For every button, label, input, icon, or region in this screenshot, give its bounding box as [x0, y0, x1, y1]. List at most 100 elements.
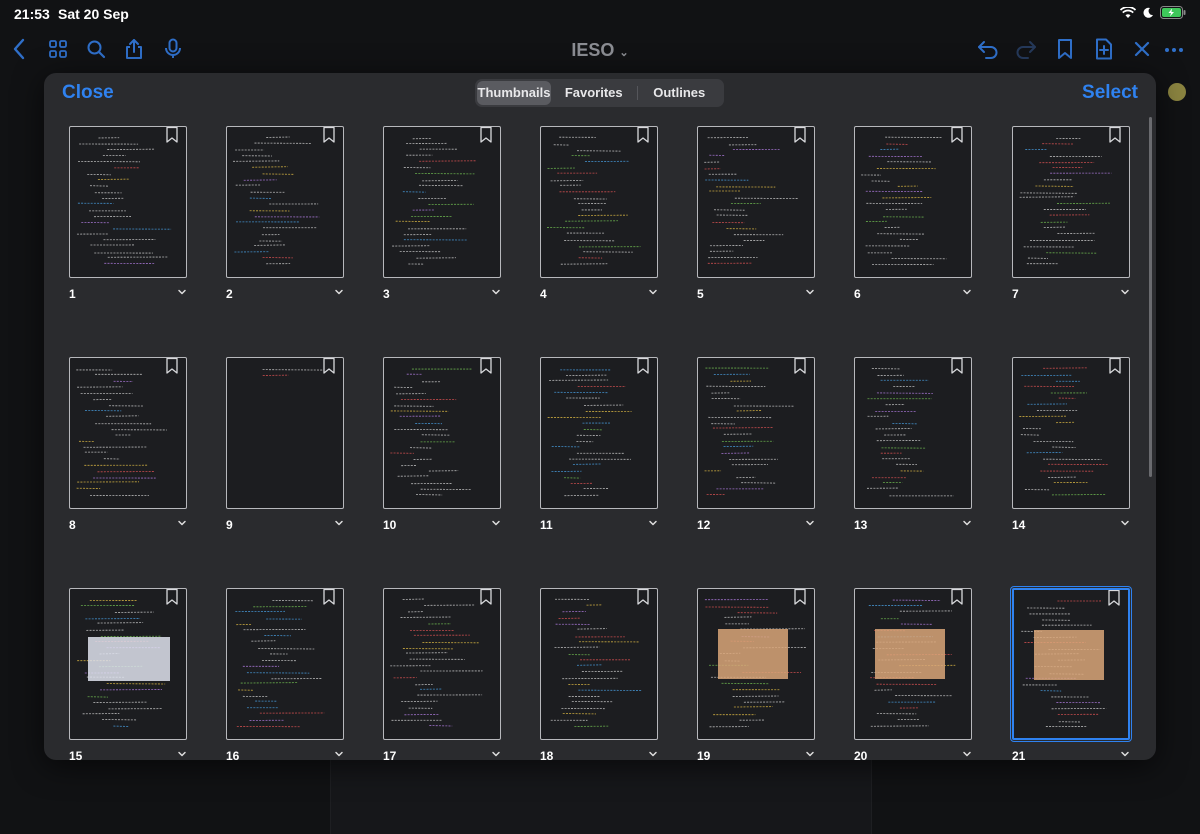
page-thumbnail[interactable] — [854, 588, 972, 740]
chevron-down-icon[interactable] — [648, 287, 658, 297]
document-title-text: IESO — [571, 40, 615, 60]
chevron-down-icon[interactable] — [491, 518, 501, 528]
bookmark-icon[interactable] — [951, 589, 963, 605]
page-preview — [390, 368, 472, 496]
pencil-color-indicator[interactable] — [1168, 83, 1186, 101]
page-preview — [550, 598, 643, 727]
page-number: 17 — [383, 749, 397, 760]
bookmark-icon[interactable] — [637, 589, 649, 605]
page-number: 18 — [540, 749, 554, 760]
chevron-down-icon[interactable] — [962, 749, 972, 759]
chevron-down-icon[interactable] — [177, 749, 187, 759]
page-number: 9 — [226, 518, 233, 532]
chevron-down-icon[interactable] — [648, 518, 658, 528]
page-preview — [704, 599, 807, 728]
bookmark-icon[interactable] — [1109, 358, 1121, 374]
tab-thumbnails[interactable]: Thumbnails — [477, 81, 551, 105]
bookmark-icon[interactable] — [166, 589, 178, 605]
chevron-down-icon[interactable] — [491, 287, 501, 297]
thumbnail-grid: 1 2 3 4 5 6 7 8 9 10 11 12 13 14 15 16 17 18 19 20 21 — [44, 113, 1156, 760]
chevron-down-icon[interactable] — [334, 287, 344, 297]
wifi-icon — [1120, 6, 1136, 19]
page-number: 20 — [854, 749, 868, 760]
page-thumbnail[interactable] — [226, 126, 344, 278]
close-button[interactable]: Close — [62, 82, 114, 104]
bookmark-icon[interactable] — [1109, 127, 1121, 143]
bookmark-icon[interactable] — [480, 358, 492, 374]
status-bar: 21:53 Sat 20 Sep — [0, 0, 1200, 28]
chevron-down-icon[interactable] — [962, 518, 972, 528]
page-thumbnail[interactable] — [383, 357, 501, 509]
bookmark-icon[interactable] — [637, 127, 649, 143]
page-thumbnail[interactable] — [226, 588, 344, 740]
page-thumbnail[interactable] — [1012, 357, 1130, 509]
select-button[interactable]: Select — [1082, 82, 1138, 104]
chevron-down-icon[interactable] — [805, 287, 815, 297]
status-icons — [1120, 6, 1186, 19]
page-number: 3 — [383, 287, 390, 301]
bookmark-icon[interactable] — [480, 589, 492, 605]
page-preview — [76, 137, 172, 264]
page-thumbnail[interactable] — [854, 126, 972, 278]
scrollbar[interactable] — [1149, 117, 1152, 477]
page-thumbnail[interactable] — [540, 126, 658, 278]
page-preview — [704, 367, 795, 496]
page-preview — [1019, 137, 1112, 265]
page-thumbnail[interactable] — [697, 588, 815, 740]
chevron-down-icon[interactable] — [962, 287, 972, 297]
page-preview — [233, 136, 320, 265]
page-preview — [1019, 367, 1109, 496]
chevron-down-icon[interactable] — [334, 518, 344, 528]
tab-outlines[interactable]: Outlines — [636, 81, 723, 105]
page-thumbnail[interactable] — [69, 588, 187, 740]
page-thumbnail[interactable] — [540, 588, 658, 740]
page-thumbnail[interactable] — [383, 588, 501, 740]
page-number: 1 — [69, 287, 76, 301]
bookmark-icon[interactable] — [323, 358, 335, 374]
page-number: 13 — [854, 518, 868, 532]
page-thumbnail[interactable] — [697, 357, 815, 509]
page-thumbnail[interactable] — [383, 126, 501, 278]
page-thumbnail[interactable] — [854, 357, 972, 509]
page-thumbnail[interactable] — [1012, 126, 1130, 278]
bookmark-icon[interactable] — [637, 358, 649, 374]
bookmark-icon[interactable] — [1108, 590, 1120, 606]
bookmark-icon[interactable] — [951, 358, 963, 374]
page-preview — [1021, 600, 1107, 727]
bookmark-icon[interactable] — [166, 358, 178, 374]
page-preview — [866, 368, 954, 497]
page-number: 8 — [69, 518, 76, 532]
bookmark-icon[interactable] — [794, 127, 806, 143]
bookmark-icon[interactable] — [794, 589, 806, 605]
page-preview — [547, 369, 632, 497]
chevron-down-icon[interactable] — [805, 749, 815, 759]
chevron-down-icon[interactable] — [177, 518, 187, 528]
bookmark-icon[interactable] — [794, 358, 806, 374]
bookmark-icon[interactable] — [323, 589, 335, 605]
bookmark-icon[interactable] — [480, 127, 492, 143]
page-thumbnail[interactable] — [69, 357, 187, 509]
bookmark-icon[interactable] — [323, 127, 335, 143]
page-preview — [77, 600, 170, 727]
page-number: 15 — [69, 749, 83, 760]
chevron-down-icon[interactable] — [648, 749, 658, 759]
page-thumbnail[interactable] — [226, 357, 344, 509]
page-thumbnail[interactable] — [1010, 586, 1132, 742]
chevron-down-icon[interactable] — [491, 749, 501, 759]
chevron-down-icon[interactable] — [177, 287, 187, 297]
chevron-down-icon[interactable] — [334, 749, 344, 759]
page-number: 2 — [226, 287, 233, 301]
chevron-down-icon[interactable] — [1120, 518, 1130, 528]
chevron-down-icon[interactable] — [1120, 749, 1130, 759]
status-date: Sat 20 Sep — [58, 6, 129, 22]
tab-favorites[interactable]: Favorites — [551, 81, 637, 105]
page-thumbnail[interactable] — [69, 126, 187, 278]
page-thumbnail[interactable] — [697, 126, 815, 278]
chevron-down-icon[interactable] — [805, 518, 815, 528]
bookmark-icon[interactable] — [166, 127, 178, 143]
chevron-down-icon[interactable] — [1120, 287, 1130, 297]
document-title[interactable]: IESO ⌄ — [0, 40, 1200, 61]
page-preview — [868, 599, 956, 727]
bookmark-icon[interactable] — [951, 127, 963, 143]
page-thumbnail[interactable] — [540, 357, 658, 509]
